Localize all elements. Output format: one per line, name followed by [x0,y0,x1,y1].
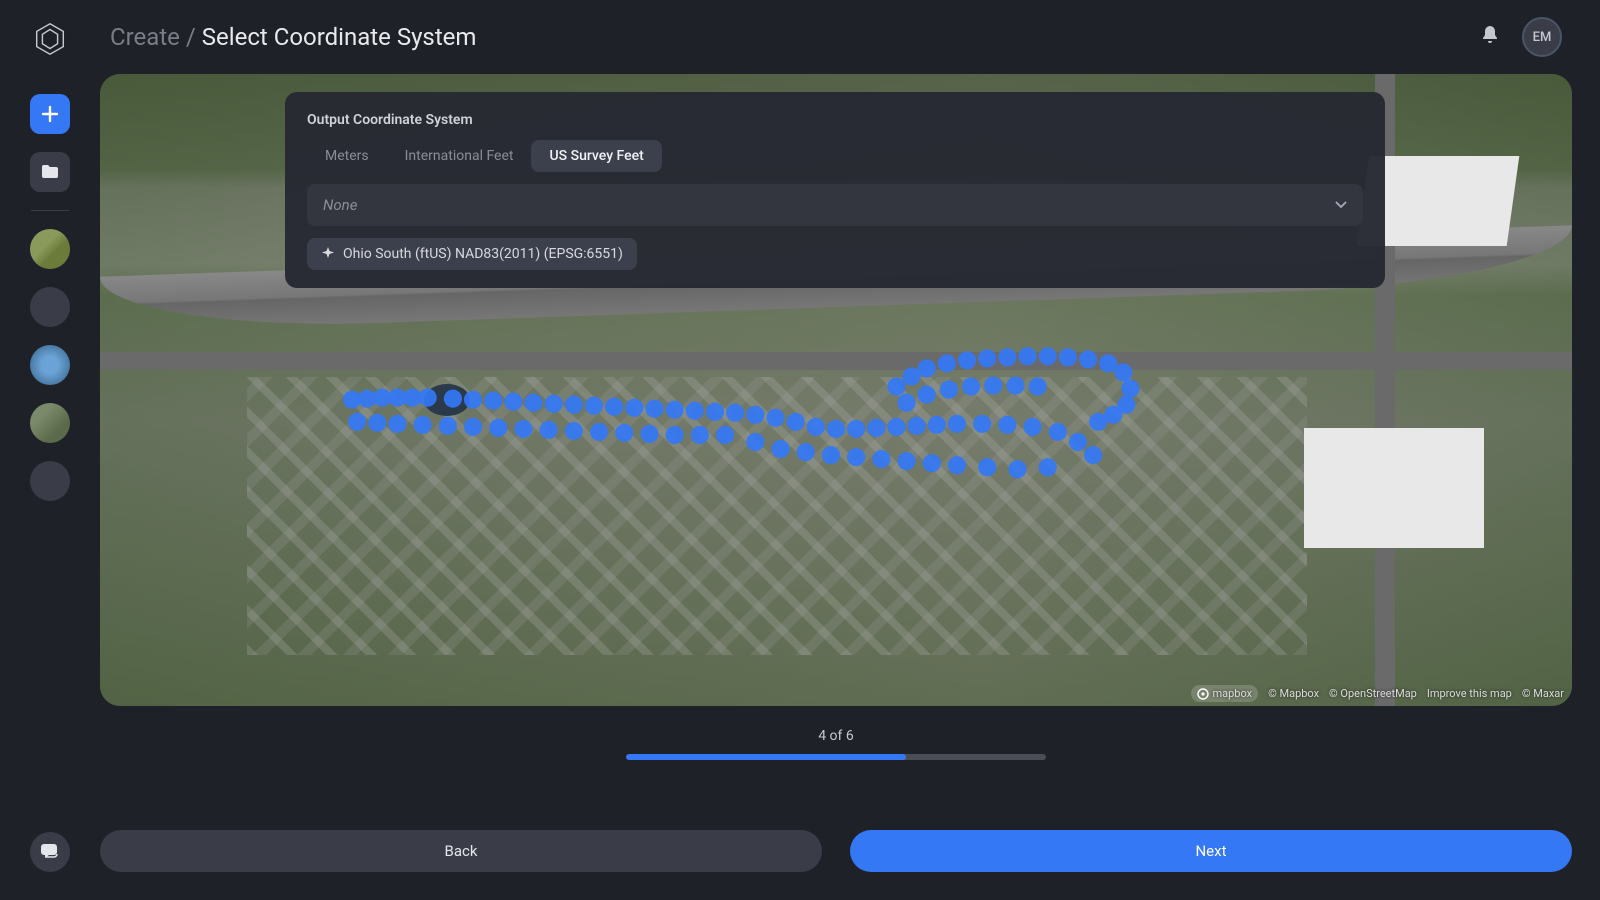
project-thumb[interactable] [30,461,70,501]
back-button[interactable]: Back [100,830,822,872]
folder-button[interactable] [30,152,70,192]
unit-tabs: Meters International Feet US Survey Feet [307,140,1363,172]
sparkle-icon [321,247,335,261]
attribution-maxar[interactable]: © Maxar [1522,687,1564,700]
project-thumb[interactable] [30,287,70,327]
notifications-button[interactable] [1480,24,1500,50]
map-feature-buildings [247,377,1307,655]
progress-bar [626,754,1046,760]
plus-icon [41,105,59,123]
nav-buttons: Back Next [100,830,1572,872]
breadcrumb-current: Select Coordinate System [202,23,477,51]
topbar: Create / Select Coordinate System EM [100,0,1572,74]
next-button[interactable]: Next [850,830,1572,872]
tab-meters[interactable]: Meters [307,140,387,172]
tab-international-feet[interactable]: International Feet [387,140,532,172]
project-thumb[interactable] [30,403,70,443]
attribution-mapbox[interactable]: © Mapbox [1268,687,1319,700]
chat-button[interactable] [30,832,70,872]
panel-label: Output Coordinate System [307,112,1363,128]
progress-indicator: 4 of 6 [100,728,1572,760]
tab-us-survey-feet[interactable]: US Survey Feet [531,140,661,172]
map-feature-roof [1304,428,1484,548]
bell-icon [1480,24,1500,46]
coordinate-system-suggestion[interactable]: Ohio South (ftUS) NAD83(2011) (EPSG:6551… [307,238,637,270]
coordinate-system-select[interactable]: None [307,184,1363,226]
breadcrumb-sep: / [186,23,196,51]
main-content: Create / Select Coordinate System EM [100,0,1600,900]
app-logo [31,20,69,58]
folder-icon [41,164,59,180]
user-avatar[interactable]: EM [1522,17,1562,57]
map-feature-road [100,352,1572,370]
map-viewport[interactable]: Output Coordinate System Meters Internat… [100,74,1572,706]
project-thumb[interactable] [30,229,70,269]
map-attribution: mapbox © Mapbox © OpenStreetMap Improve … [1191,685,1565,702]
attribution-osm[interactable]: © OpenStreetMap [1329,687,1417,700]
mapbox-logo-text: mapbox [1213,687,1253,700]
chevron-down-icon [1335,201,1347,209]
mapbox-icon [1197,688,1209,700]
sidebar-divider [31,210,69,211]
breadcrumb: Create / Select Coordinate System [110,23,476,51]
create-button[interactable] [30,94,70,134]
progress-text: 4 of 6 [818,728,854,744]
mapbox-logo[interactable]: mapbox [1191,685,1259,702]
project-thumb[interactable] [30,345,70,385]
suggestion-text: Ohio South (ftUS) NAD83(2011) (EPSG:6551… [343,246,623,262]
sidebar [0,0,100,900]
select-value: None [323,196,357,214]
progress-fill [626,754,906,760]
breadcrumb-parent[interactable]: Create [110,23,180,51]
attribution-improve[interactable]: Improve this map [1427,687,1512,700]
coordinate-system-panel: Output Coordinate System Meters Internat… [285,92,1385,288]
map-feature-pond [424,384,470,416]
chat-icon [40,843,60,861]
avatar-initials: EM [1533,30,1552,45]
